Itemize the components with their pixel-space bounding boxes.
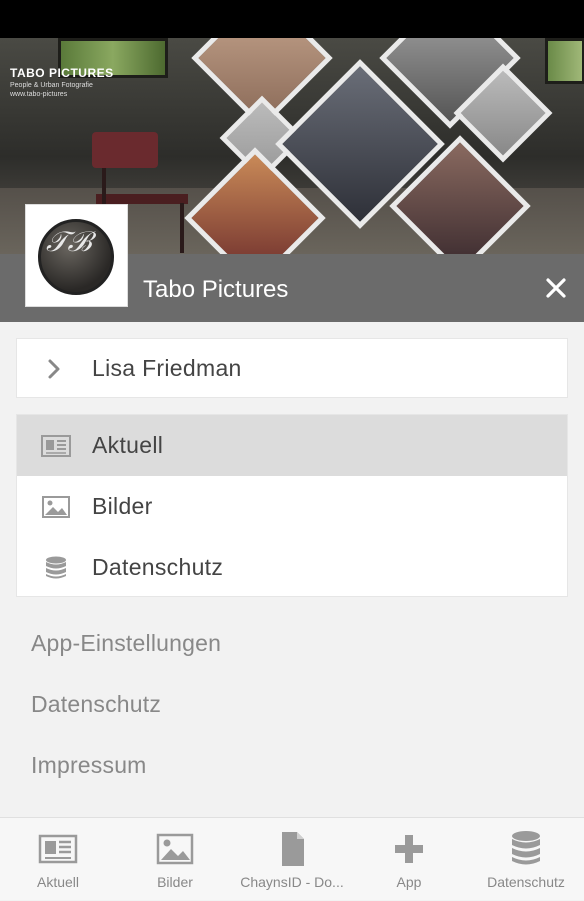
header-chair-leg (180, 203, 184, 253)
nav-app[interactable]: App (351, 818, 467, 901)
close-button[interactable] (540, 272, 572, 304)
chevron-right-icon (48, 359, 60, 379)
menu-item-label: Aktuell (92, 432, 164, 458)
image-icon (156, 833, 194, 865)
nav-aktuell[interactable]: Aktuell (0, 818, 116, 901)
header-window-right (545, 38, 584, 84)
nav-label: Datenschutz (487, 874, 565, 890)
plus-icon (395, 835, 423, 863)
header-chair-seat (96, 194, 188, 204)
menu-item-datenschutz[interactable]: Datenschutz (17, 537, 567, 598)
close-icon (546, 278, 566, 298)
menu-item-bilder[interactable]: Bilder (17, 476, 567, 537)
menu-item-label: Datenschutz (92, 554, 224, 580)
nav-datenschutz[interactable]: Datenschutz (468, 818, 584, 901)
database-icon (512, 831, 540, 865)
bottom-nav: Aktuell Bilder ChaynsID - Do... App Date… (0, 817, 584, 900)
status-bar (0, 0, 584, 38)
newspaper-icon (38, 834, 78, 864)
brand-tagline: People & Urban Fotografie (10, 82, 93, 89)
nav-label: Aktuell (36, 874, 80, 890)
document-icon (282, 832, 304, 866)
nav-label: ChaynsID - Do... (240, 874, 344, 890)
header-chair-back (92, 132, 158, 168)
header-brand: TABO PICTURES People & Urban Fotografie … (10, 66, 114, 98)
link-datenschutz[interactable]: Datenschutz (31, 691, 161, 718)
nav-chaynsid[interactable]: ChaynsID - Do... (234, 818, 350, 901)
database-icon (46, 556, 66, 579)
nav-bilder[interactable]: Bilder (117, 818, 233, 901)
nav-label: App (396, 874, 422, 890)
menu-card: Aktuell Bilder Datenschutz (16, 414, 568, 597)
link-app-einstellungen[interactable]: App-Einstellungen (31, 630, 221, 657)
menu-item-aktuell[interactable]: Aktuell (17, 415, 567, 476)
menu-item-label: Bilder (92, 493, 153, 519)
user-name: Lisa Friedman (92, 355, 242, 381)
newspaper-icon (41, 435, 71, 457)
nav-label: Bilder (157, 874, 193, 890)
link-impressum[interactable]: Impressum (31, 752, 147, 779)
app-logo: 𝒯ℬ (25, 204, 128, 307)
brand-url: www.tabo-pictures (10, 91, 68, 98)
app-title: Tabo Pictures (143, 276, 289, 303)
logo-monogram: 𝒯ℬ (46, 225, 91, 258)
brand-name: TABO PICTURES (10, 66, 114, 80)
user-card[interactable]: Lisa Friedman (16, 338, 568, 398)
image-icon (42, 496, 70, 518)
